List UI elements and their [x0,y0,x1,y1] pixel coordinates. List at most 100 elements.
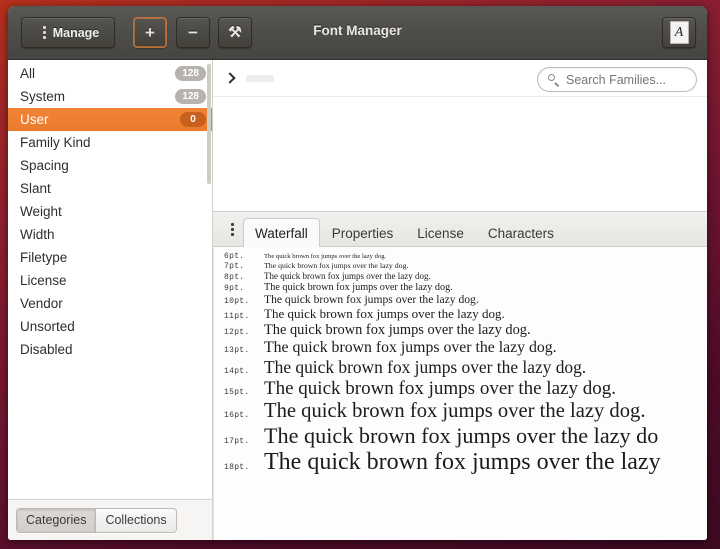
waterfall-sample-text: The quick brown fox jumps over the lazy … [264,357,586,378]
sidebar-item-count-badge: 128 [175,66,206,81]
waterfall-sample-text: The quick brown fox jumps over the lazy … [264,378,616,400]
sidebar-item-width[interactable]: Width [8,223,212,246]
waterfall-row: 15pt.The quick brown fox jumps over the … [214,378,707,400]
search-input[interactable] [566,73,686,87]
waterfall-row: 13pt.The quick brown fox jumps over the … [214,339,707,357]
waterfall-sample-text: The quick brown fox jumps over the lazy … [264,261,408,270]
sidebar-item-label: Spacing [20,158,206,173]
waterfall-row: 8pt.The quick brown fox jumps over the l… [214,271,707,282]
sidebar-item-system[interactable]: System128 [8,85,212,108]
chevron-right-icon[interactable] [225,73,236,84]
titlebar: Manage + − ⚒ Font Manager A [8,6,707,60]
menu-dots-icon [231,223,234,236]
remove-font-button[interactable]: − [176,17,210,48]
sidebar-item-weight[interactable]: Weight [8,200,212,223]
font-manager-window: Manage + − ⚒ Font Manager A All128System… [8,6,707,540]
waterfall-sample-text: The quick brown fox jumps over the lazy … [264,339,557,357]
font-family-pane [213,60,707,212]
waterfall-row: 17pt.The quick brown fox jumps over the … [214,423,707,449]
sidebar-item-disabled[interactable]: Disabled [8,338,212,361]
sidebar-item-vendor[interactable]: Vendor [8,292,212,315]
waterfall-sample-text: The quick brown fox jumps over the lazy [264,449,661,476]
waterfall-size-label: 14pt. [224,367,264,376]
sidebar-item-label: Vendor [20,296,206,311]
sidebar-item-count-badge: 128 [175,89,206,104]
tab-characters[interactable]: Characters [476,218,566,247]
sidebar-item-label: Family Kind [20,135,206,150]
sidebar-item-label: System [20,89,175,104]
sidebar-item-all[interactable]: All128 [8,62,212,85]
sidebar-item-family-kind[interactable]: Family Kind [8,131,212,154]
waterfall-sample-text: The quick brown fox jumps over the lazy … [264,293,479,306]
waterfall-row: 10pt.The quick brown fox jumps over the … [214,293,707,306]
waterfall-sample-text: The quick brown fox jumps over the lazy … [264,253,386,260]
sidebar-item-label: User [20,112,180,127]
waterfall-size-label: 16pt. [224,411,264,420]
family-name-placeholder [246,75,274,82]
preview-tabbar: WaterfallPropertiesLicenseCharacters [213,212,707,247]
waterfall-sample-text: The quick brown fox jumps over the lazy … [264,271,431,281]
sidebar-item-label: Disabled [20,342,206,357]
sidebar-item-label: All [20,66,175,81]
waterfall-row: 16pt.The quick brown fox jumps over the … [214,400,707,423]
waterfall-row: 14pt.The quick brown fox jumps over the … [214,357,707,378]
waterfall-size-label: 15pt. [224,388,264,397]
waterfall-size-label: 6pt. [224,252,264,261]
tab-waterfall[interactable]: Waterfall [243,218,320,247]
waterfall-row: 7pt.The quick brown fox jumps over the l… [214,261,707,271]
sidebar-bottom-tabs: CategoriesCollections [8,499,212,540]
waterfall-size-label: 13pt. [224,346,264,355]
tab-menu-button[interactable] [221,212,243,246]
waterfall-sample-text: The quick brown fox jumps over the lazy … [264,306,505,322]
menu-dots-icon [43,26,46,39]
font-info-button[interactable]: A [662,17,696,48]
sidebar-item-count-badge: 0 [180,112,206,127]
add-font-button[interactable]: + [133,17,167,48]
search-families-box[interactable] [537,67,697,92]
sidebar-tab-categories[interactable]: Categories [17,509,95,532]
waterfall-row: 6pt.The quick brown fox jumps over the l… [214,252,707,261]
waterfall-sample-text: The quick brown fox jumps over the lazy … [264,322,531,339]
waterfall-size-label: 12pt. [224,328,264,337]
categories-collections-switch[interactable]: CategoriesCollections [16,508,177,533]
sidebar-item-label: Width [20,227,206,242]
tools-button[interactable]: ⚒ [218,17,252,48]
manage-button-label: Manage [53,26,100,40]
waterfall-size-label: 10pt. [224,297,264,306]
waterfall-size-label: 17pt. [224,437,264,446]
sidebar-item-label: Filetype [20,250,206,265]
waterfall-size-label: 11pt. [224,312,264,321]
waterfall-size-label: 9pt. [224,284,264,293]
window-body: All128System128User0Family KindSpacingSl… [8,60,707,540]
waterfall-row: 9pt.The quick brown fox jumps over the l… [214,282,707,293]
search-icon [548,74,559,85]
manage-button[interactable]: Manage [21,17,115,48]
category-list[interactable]: All128System128User0Family KindSpacingSl… [8,60,212,499]
sidebar-item-filetype[interactable]: Filetype [8,246,212,269]
font-page-icon: A [670,21,689,44]
sidebar-item-user[interactable]: User0 [8,108,212,131]
sidebar-item-label: License [20,273,206,288]
waterfall-preview: 6pt.The quick brown fox jumps over the l… [213,247,707,540]
sidebar-scrollbar[interactable] [207,64,211,184]
tab-properties[interactable]: Properties [320,218,406,247]
tab-license[interactable]: License [405,218,476,247]
waterfall-sample-text: The quick brown fox jumps over the lazy … [264,400,645,423]
sidebar: All128System128User0Family KindSpacingSl… [8,60,213,540]
minus-icon: − [188,24,198,41]
waterfall-sample-text: The quick brown fox jumps over the lazy … [264,423,658,449]
waterfall-row: 18pt.The quick brown fox jumps over the … [214,449,707,476]
waterfall-size-label: 18pt. [224,463,264,472]
sidebar-item-slant[interactable]: Slant [8,177,212,200]
tools-icon: ⚒ [228,25,241,40]
sidebar-tab-collections[interactable]: Collections [95,509,175,532]
sidebar-item-label: Weight [20,204,206,219]
waterfall-size-label: 8pt. [224,273,264,282]
sidebar-item-unsorted[interactable]: Unsorted [8,315,212,338]
plus-icon: + [145,24,155,41]
main-panel: WaterfallPropertiesLicenseCharacters 6pt… [213,60,707,540]
sidebar-item-spacing[interactable]: Spacing [8,154,212,177]
waterfall-row: 12pt.The quick brown fox jumps over the … [214,322,707,339]
sidebar-item-license[interactable]: License [8,269,212,292]
waterfall-sample-text: The quick brown fox jumps over the lazy … [264,282,453,293]
